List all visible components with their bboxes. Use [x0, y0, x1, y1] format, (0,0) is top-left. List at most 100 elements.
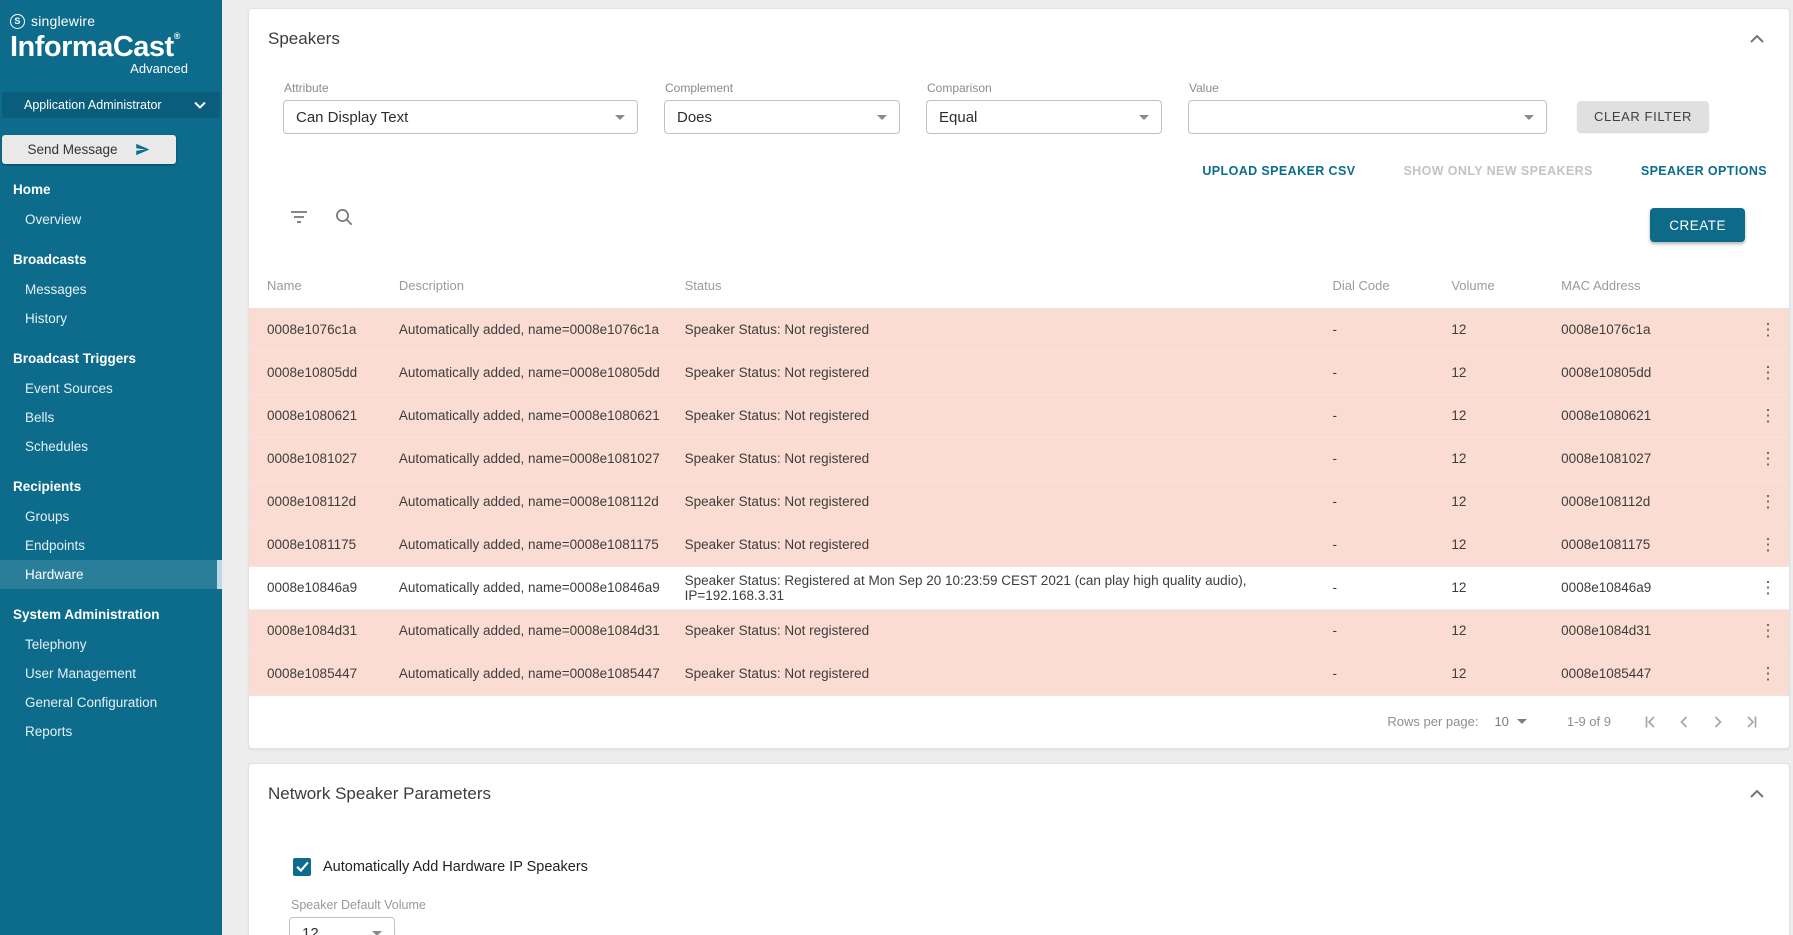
cell-volume: 12 [1451, 609, 1561, 652]
sidebar-item-overview[interactable]: Overview [0, 205, 222, 234]
cell-description: Automatically added, name=0008e1076c1a [399, 308, 685, 351]
sidebar-item-reports[interactable]: Reports [0, 717, 222, 746]
dropdown-caret-icon [1524, 115, 1534, 120]
table-row[interactable]: 0008e1081175Automatically added, name=00… [249, 523, 1789, 566]
cell-status: Speaker Status: Not registered [685, 351, 1333, 394]
cell-volume: 12 [1451, 394, 1561, 437]
create-button[interactable]: CREATE [1650, 208, 1745, 242]
send-message-button[interactable]: Send Message [2, 135, 176, 164]
cell-name: 0008e108112d [249, 480, 399, 523]
row-menu-button[interactable]: ⋮ [1751, 362, 1784, 383]
filter-complement-select[interactable]: Does [664, 100, 900, 134]
table-row[interactable]: 0008e1076c1aAutomatically added, name=00… [249, 308, 1789, 351]
speakers-panel-title: Speakers [268, 29, 340, 49]
params-panel-title: Network Speaker Parameters [268, 784, 491, 804]
row-menu-button[interactable]: ⋮ [1751, 577, 1784, 598]
last-page-button[interactable] [1741, 711, 1763, 733]
table-row[interactable]: 0008e10805ddAutomatically added, name=00… [249, 351, 1789, 394]
filter-comparison-select[interactable]: Equal [926, 100, 1162, 134]
filter-complement: Complement Does [664, 81, 900, 134]
collapse-params-icon[interactable] [1747, 787, 1767, 801]
cell-volume: 12 [1451, 523, 1561, 566]
collapse-speakers-icon[interactable] [1747, 32, 1767, 46]
sidebar-item-bells[interactable]: Bells [0, 403, 222, 432]
cell-mac: 0008e108112d [1561, 480, 1747, 523]
cell-mac: 0008e1084d31 [1561, 609, 1747, 652]
cell-volume: 12 [1451, 351, 1561, 394]
filter-list-icon[interactable] [290, 210, 308, 224]
speaker-actions-row: UPLOAD SPEAKER CSV SHOW ONLY NEW SPEAKER… [249, 164, 1789, 180]
filter-attribute-select[interactable]: Can Display Text [283, 100, 638, 134]
cell-description: Automatically added, name=0008e10846a9 [399, 566, 685, 609]
column-header-name: Name [249, 264, 399, 308]
clear-filter-button[interactable]: CLEAR FILTER [1577, 101, 1709, 132]
table-row[interactable]: 0008e1081027Automatically added, name=00… [249, 437, 1789, 480]
search-icon[interactable] [335, 208, 353, 226]
rows-per-page-label: Rows per page: [1387, 714, 1478, 729]
send-icon [134, 142, 151, 157]
sidebar-nav: HomeOverviewBroadcastsMessagesHistoryBro… [0, 172, 222, 746]
role-selector[interactable]: Application Administrator [2, 92, 220, 118]
row-menu-button[interactable]: ⋮ [1751, 620, 1784, 641]
row-menu-button[interactable]: ⋮ [1751, 663, 1784, 684]
sidebar-item-telephony[interactable]: Telephony [0, 630, 222, 659]
row-menu-button[interactable]: ⋮ [1751, 534, 1784, 555]
cell-description: Automatically added, name=0008e1081175 [399, 523, 685, 566]
cell-name: 0008e1081175 [249, 523, 399, 566]
filter-value: Value [1188, 81, 1547, 134]
sidebar-item-endpoints[interactable]: Endpoints [0, 531, 222, 560]
filter-value-label: Value [1188, 81, 1547, 95]
cell-name: 0008e1084d31 [249, 609, 399, 652]
upload-speaker-csv-link[interactable]: UPLOAD SPEAKER CSV [1202, 164, 1355, 180]
sidebar-item-messages[interactable]: Messages [0, 275, 222, 304]
sidebar-item-event-sources[interactable]: Event Sources [0, 374, 222, 403]
cell-volume: 12 [1451, 566, 1561, 609]
cell-dial_code: - [1333, 394, 1452, 437]
product-name: InformaCast® [10, 31, 188, 64]
auto-add-speakers-label: Automatically Add Hardware IP Speakers [323, 859, 588, 875]
next-page-button[interactable] [1707, 711, 1729, 733]
table-row[interactable]: 0008e1084d31Automatically added, name=00… [249, 609, 1789, 652]
sidebar-item-history[interactable]: History [0, 304, 222, 333]
sidebar-item-schedules[interactable]: Schedules [0, 432, 222, 461]
cell-status: Speaker Status: Not registered [685, 308, 1333, 351]
row-menu-button[interactable]: ⋮ [1751, 491, 1784, 512]
table-header-row: NameDescriptionStatusDial CodeVolumeMAC … [249, 264, 1789, 308]
cell-description: Automatically added, name=0008e1084d31 [399, 609, 685, 652]
sidebar-item-user-management[interactable]: User Management [0, 659, 222, 688]
cell-description: Automatically added, name=0008e108112d [399, 480, 685, 523]
column-header-mac-address: MAC Address [1561, 264, 1747, 308]
auto-add-speakers-checkbox[interactable]: Automatically Add Hardware IP Speakers [293, 858, 588, 876]
company-name: singlewire [31, 13, 95, 29]
cell-dial_code: - [1333, 652, 1452, 695]
rows-per-page-select[interactable]: 10 [1494, 714, 1526, 729]
sidebar-item-general-configuration[interactable]: General Configuration [0, 688, 222, 717]
sidebar-item-hardware[interactable]: Hardware [0, 560, 222, 589]
cell-description: Automatically added, name=0008e1085447 [399, 652, 685, 695]
row-menu-button[interactable]: ⋮ [1751, 319, 1784, 340]
previous-page-button[interactable] [1673, 711, 1695, 733]
table-row[interactable]: 0008e108112dAutomatically added, name=00… [249, 480, 1789, 523]
filter-value-select[interactable] [1188, 100, 1547, 134]
cell-description: Automatically added, name=0008e1080621 [399, 394, 685, 437]
nav-section-broadcasts: Broadcasts [0, 242, 222, 275]
column-header-actions [1747, 264, 1789, 308]
cell-dial_code: - [1333, 523, 1452, 566]
brand-logo: S singlewire InformaCast® Advanced [0, 0, 188, 76]
table-row[interactable]: 0008e1080621Automatically added, name=00… [249, 394, 1789, 437]
column-header-dial-code: Dial Code [1333, 264, 1452, 308]
speaker-default-volume-select[interactable]: 12 [289, 917, 395, 935]
pagination-bar: Rows per page: 10 1-9 of 9 [249, 696, 1789, 748]
nav-section-home: Home [0, 172, 222, 205]
row-menu-button[interactable]: ⋮ [1751, 448, 1784, 469]
speaker-options-link[interactable]: SPEAKER OPTIONS [1641, 164, 1767, 180]
network-speaker-parameters-panel: Network Speaker Parameters Automatically… [248, 763, 1790, 935]
show-only-new-speakers-link[interactable]: SHOW ONLY NEW SPEAKERS [1403, 164, 1592, 180]
first-page-button[interactable] [1639, 711, 1661, 733]
table-row[interactable]: 0008e10846a9Automatically added, name=00… [249, 566, 1789, 609]
filter-attribute: Attribute Can Display Text [283, 81, 638, 134]
sidebar-item-groups[interactable]: Groups [0, 502, 222, 531]
row-menu-button[interactable]: ⋮ [1751, 405, 1784, 426]
table-row[interactable]: 0008e1085447Automatically added, name=00… [249, 652, 1789, 695]
cell-dial_code: - [1333, 609, 1452, 652]
